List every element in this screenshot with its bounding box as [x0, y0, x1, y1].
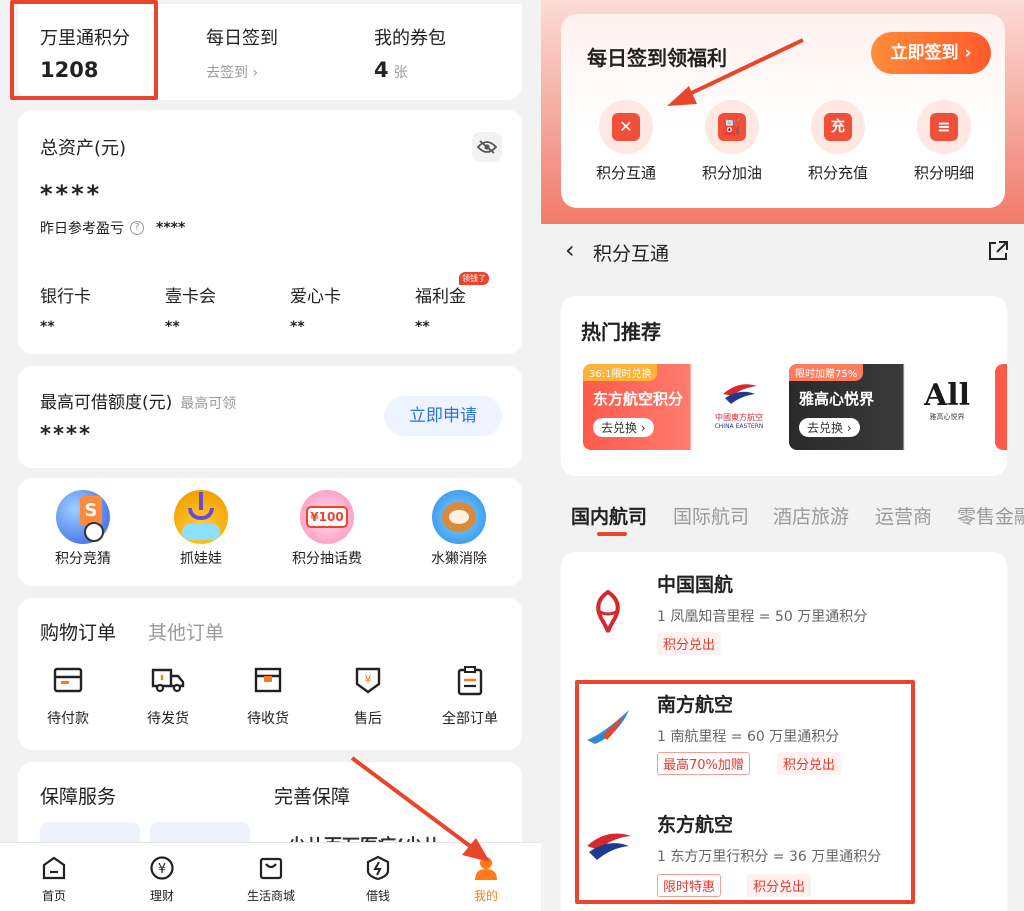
exchange-button[interactable]: 去兑换 ›	[799, 418, 860, 437]
annotation-arrow	[667, 38, 804, 106]
promo-name: 东方航空积分	[593, 390, 684, 408]
back-icon[interactable]: ‹	[565, 236, 575, 264]
exchange-button[interactable]: 去兑换 ›	[593, 418, 654, 437]
promo-card-china-eastern[interactable]: 36:1限时兑换 东方航空积分 去兑换 › 中國東方航空 CHINA EASTE…	[583, 364, 777, 450]
accor-logo: All 雅高心悦界	[923, 378, 971, 422]
promo-tag: 限时加赠75%	[789, 364, 864, 381]
hot-title: 热门推荐	[581, 320, 661, 344]
china-eastern-logo: 中國東方航空 CHINA EASTERN	[703, 378, 775, 430]
category-tabs: 国内航司 国际航司 酒店旅游 运营商 零售金融	[541, 494, 1024, 544]
tab-domestic-airlines[interactable]: 国内航司	[571, 502, 647, 529]
nav-bar: ‹ 积分互通	[541, 224, 1024, 280]
tab-hotel-travel[interactable]: 酒店旅游	[773, 502, 849, 529]
tab-underline	[597, 532, 627, 536]
tab-intl-airlines[interactable]: 国际航司	[673, 502, 749, 529]
right-screen: 每日签到领福利 立即签到 › ✕ 积分互通 ⛽ 积分加油 充 积分充值 ≡ 积分…	[541, 0, 1024, 911]
airline-name: 中国国航	[657, 574, 734, 596]
airline-rate: 1 凤凰知音里程 = 50 万里通积分	[657, 609, 868, 625]
tab-retail-finance[interactable]: 零售金融	[957, 502, 1024, 529]
air-china-logo	[596, 589, 620, 633]
annotation-arrow	[350, 756, 490, 862]
nav-title: 积分互通	[593, 243, 670, 265]
promo-card-accor[interactable]: 限时加赠75% 雅高心悦界 去兑换 › All 雅高心悦界	[789, 364, 985, 450]
promo-tag: 36:1限时兑换	[583, 364, 658, 381]
left-screen: 万里通积分 1208 每日签到 去签到 › 我的券包 4 张 总资产(元) **…	[0, 0, 541, 911]
promo-name: 雅高心悦界	[799, 390, 875, 408]
tab-carrier[interactable]: 运营商	[875, 502, 932, 529]
share-icon[interactable]	[987, 240, 1009, 262]
airline-row-air-china[interactable]: 中国国航 1 凤凰知音里程 = 50 万里通积分 积分兑出	[561, 562, 1007, 674]
promo-card-partial[interactable]	[995, 364, 1007, 450]
highlight-box-airlines	[575, 680, 915, 904]
redeem-out-tag: 积分兑出	[657, 632, 722, 655]
hot-card: 热门推荐 36:1限时兑换 东方航空积分 去兑换 › 中國東方航空 CHINA …	[561, 296, 1007, 476]
